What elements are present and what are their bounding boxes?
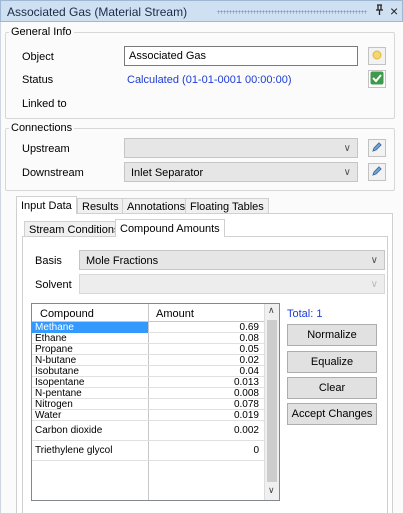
object-name-value: Associated Gas bbox=[129, 50, 207, 62]
compound-name-cell[interactable]: Ethane bbox=[32, 333, 148, 344]
scroll-up-icon[interactable]: ∧ bbox=[268, 305, 275, 316]
table-row[interactable]: Triethylene glycol 0 bbox=[32, 441, 264, 461]
compound-name-cell[interactable]: Carbon dioxide bbox=[32, 421, 148, 441]
table-row[interactable]: Isopentane 0.013 bbox=[32, 377, 264, 388]
scroll-down-icon[interactable]: ∨ bbox=[268, 485, 275, 496]
lightbulb-icon bbox=[372, 50, 382, 63]
compound-name-cell[interactable]: Water bbox=[32, 410, 148, 421]
table-row[interactable]: Carbon dioxide 0.002 bbox=[32, 421, 264, 441]
table-row[interactable]: N-pentane 0.008 bbox=[32, 388, 264, 399]
window-title: Associated Gas (Material Stream) bbox=[7, 5, 188, 19]
pin-icon[interactable] bbox=[374, 4, 385, 19]
solvent-select[interactable]: ∨ bbox=[79, 274, 385, 294]
table-row[interactable]: Methane 0.69 bbox=[32, 322, 264, 333]
normalize-button[interactable]: Normalize bbox=[287, 324, 377, 346]
linked-to-label: Linked to bbox=[22, 98, 67, 110]
chevron-down-icon: ∨ bbox=[370, 255, 378, 266]
general-info-title: General Info bbox=[9, 26, 74, 38]
compound-name-cell[interactable]: N-butane bbox=[32, 355, 148, 366]
pen-icon bbox=[371, 141, 383, 156]
subtab-compound-amounts[interactable]: Compound Amounts bbox=[115, 219, 225, 237]
tab-floating-tables-label: Floating Tables bbox=[190, 201, 264, 213]
compound-name-cell[interactable]: N-pentane bbox=[32, 388, 148, 399]
pen-icon bbox=[371, 165, 383, 180]
tab-annotations-label: Annotations bbox=[127, 201, 186, 213]
equalize-button[interactable]: Equalize bbox=[287, 351, 377, 373]
downstream-select[interactable]: Inlet Separator ∨ bbox=[124, 162, 358, 182]
compound-name-cell[interactable]: Nitrogen bbox=[32, 399, 148, 410]
compound-name-cell[interactable]: Isobutane bbox=[32, 366, 148, 377]
normalize-button-label: Normalize bbox=[307, 329, 357, 341]
basis-value: Mole Fractions bbox=[86, 255, 159, 267]
basis-label: Basis bbox=[35, 255, 62, 267]
chevron-down-icon: ∨ bbox=[370, 279, 378, 290]
compound-amount-cell[interactable]: 0.013 bbox=[149, 377, 264, 388]
basis-select[interactable]: Mole Fractions ∨ bbox=[79, 250, 385, 270]
compound-amount-cell[interactable]: 0.008 bbox=[149, 388, 264, 399]
status-ok-button[interactable] bbox=[368, 70, 386, 88]
object-name-input[interactable]: Associated Gas bbox=[124, 46, 358, 66]
column-header-amount[interactable]: Amount bbox=[156, 308, 194, 320]
connections-title: Connections bbox=[9, 122, 75, 134]
accept-changes-button[interactable]: Accept Changes bbox=[287, 403, 377, 425]
upstream-select[interactable]: ∨ bbox=[124, 138, 358, 158]
titlebar-grip[interactable] bbox=[217, 10, 367, 14]
compound-amount-cell[interactable]: 0.08 bbox=[149, 333, 264, 344]
subtab-stream-conditions-label: Stream Conditions bbox=[29, 224, 120, 236]
checkmark-icon bbox=[370, 71, 384, 88]
upstream-label: Upstream bbox=[22, 143, 70, 155]
object-label: Object bbox=[22, 51, 54, 63]
scrollbar-thumb[interactable] bbox=[267, 320, 277, 482]
close-button[interactable]: × bbox=[390, 3, 398, 19]
compound-name-cell[interactable]: Methane bbox=[32, 322, 148, 333]
table-row[interactable]: Ethane 0.08 bbox=[32, 333, 264, 344]
tab-annotations[interactable]: Annotations bbox=[122, 198, 191, 214]
clear-button-label: Clear bbox=[318, 382, 346, 394]
equalize-button-label: Equalize bbox=[310, 356, 354, 368]
compound-amount-cell[interactable]: 0.02 bbox=[149, 355, 264, 366]
compound-name-cell[interactable]: Isopentane bbox=[32, 377, 148, 388]
subtab-compound-amounts-label: Compound Amounts bbox=[120, 223, 220, 235]
tab-results[interactable]: Results bbox=[77, 198, 124, 214]
compound-amount-cell[interactable]: 0 bbox=[149, 441, 264, 461]
compound-amount-cell[interactable]: 0.04 bbox=[149, 366, 264, 377]
downstream-value: Inlet Separator bbox=[131, 167, 204, 179]
object-color-button[interactable] bbox=[368, 47, 386, 65]
accept-changes-button-label: Accept Changes bbox=[291, 408, 373, 420]
tab-input-data[interactable]: Input Data bbox=[16, 196, 77, 214]
downstream-label: Downstream bbox=[22, 167, 84, 179]
column-header-compound[interactable]: Compound bbox=[40, 308, 94, 320]
status-label: Status bbox=[22, 74, 54, 86]
table-row[interactable]: Water 0.019 bbox=[32, 410, 264, 421]
clear-button[interactable]: Clear bbox=[287, 377, 377, 399]
upstream-connect-button[interactable] bbox=[368, 139, 386, 157]
compound-name-cell[interactable]: Propane bbox=[32, 344, 148, 355]
chevron-down-icon: ∨ bbox=[343, 143, 351, 154]
window-titlebar[interactable]: Associated Gas (Material Stream) × bbox=[0, 0, 403, 22]
compound-amount-cell[interactable]: 0.078 bbox=[149, 399, 264, 410]
compound-amount-cell[interactable]: 0.002 bbox=[149, 421, 264, 441]
solvent-label: Solvent bbox=[35, 279, 72, 291]
tab-floating-tables[interactable]: Floating Tables bbox=[185, 198, 269, 214]
tab-results-label: Results bbox=[82, 201, 119, 213]
table-row[interactable]: Isobutane 0.04 bbox=[32, 366, 264, 377]
table-row[interactable]: Propane 0.05 bbox=[32, 344, 264, 355]
status-value: Calculated (01-01-0001 00:00:00) bbox=[127, 74, 292, 86]
compound-name-cell[interactable]: Triethylene glycol bbox=[32, 441, 148, 461]
grid-scrollbar[interactable]: ∧ ∨ bbox=[264, 304, 279, 500]
compound-amount-cell[interactable]: 0.05 bbox=[149, 344, 264, 355]
downstream-connect-button[interactable] bbox=[368, 163, 386, 181]
tab-input-data-label: Input Data bbox=[21, 200, 72, 212]
total-label: Total: 1 bbox=[287, 308, 323, 320]
table-row[interactable]: Nitrogen 0.078 bbox=[32, 399, 264, 410]
chevron-down-icon: ∨ bbox=[343, 167, 351, 178]
table-row[interactable]: N-butane 0.02 bbox=[32, 355, 264, 366]
compound-amount-cell[interactable]: 0.69 bbox=[149, 322, 264, 333]
compound-amount-cell[interactable]: 0.019 bbox=[149, 410, 264, 421]
subtab-stream-conditions[interactable]: Stream Conditions bbox=[24, 221, 125, 237]
